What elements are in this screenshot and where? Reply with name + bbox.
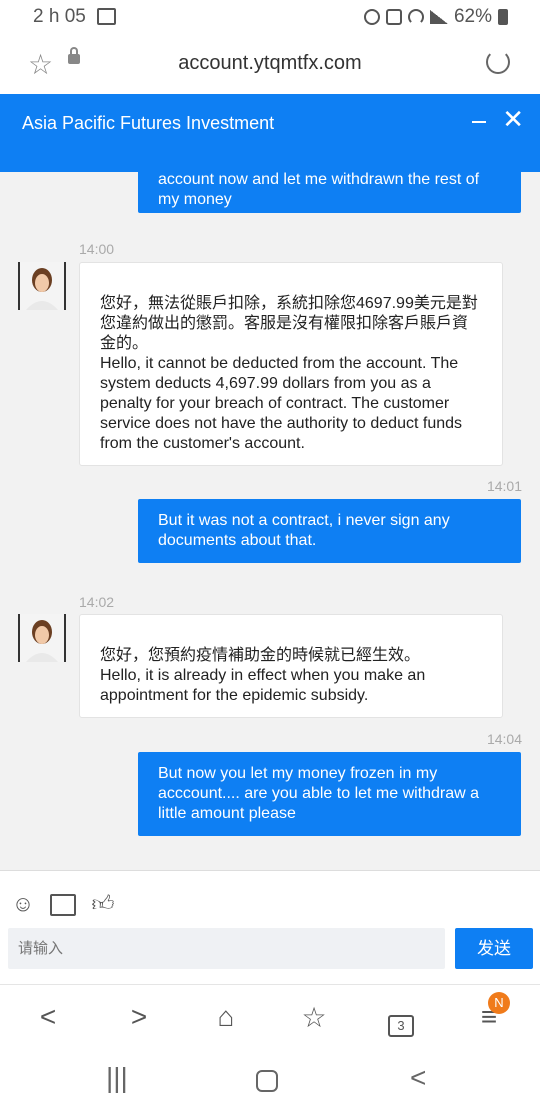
chat-title: Asia Pacific Futures Investment (22, 113, 275, 133)
incoming-message: 您好，您預約疫情補助金的時候就已經生效。 Hello, it is alread… (79, 614, 503, 718)
url-text[interactable]: account.ytqmtfx.com (0, 52, 540, 75)
bookmarks-icon[interactable]: ☆ (296, 1001, 332, 1034)
agent-avatar (18, 614, 66, 662)
message-text: But it was not a contract, i never sign … (158, 512, 450, 549)
wifi-icon (407, 9, 424, 25)
message-text: account now and let me withdrawn the res… (158, 172, 480, 208)
outgoing-message: account now and let me withdrawn the res… (138, 172, 521, 213)
status-time: 2 h 05 (33, 6, 86, 27)
battery-percent: 62% (453, 6, 492, 27)
agent-avatar (18, 262, 66, 310)
reload-icon[interactable] (486, 50, 510, 74)
tabs-count: 3 (388, 1015, 414, 1037)
message-input[interactable] (8, 928, 445, 969)
send-button[interactable]: 发送 (455, 928, 533, 969)
message-composer: ☺ 👍︎ 发送 (0, 870, 540, 985)
tabs-icon[interactable]: 3 (383, 1005, 419, 1037)
outgoing-message: But now you let my money frozen in my ac… (138, 752, 521, 836)
system-nav-bar: ||| < (0, 1048, 540, 1110)
back-icon[interactable]: < (30, 1001, 66, 1033)
status-icons: 62% (363, 6, 508, 28)
message-timestamp: 14:01 (486, 478, 522, 494)
close-icon[interactable]: ✕ (502, 106, 524, 132)
battery-icon (498, 9, 508, 25)
image-notification-icon (97, 8, 116, 25)
image-upload-icon[interactable] (50, 894, 76, 916)
outgoing-message: But it was not a contract, i never sign … (138, 499, 521, 563)
menu-badge: N (488, 992, 510, 1014)
recent-apps-icon[interactable]: ||| (106, 1062, 128, 1094)
browser-url-bar: ☆ account.ytqmtfx.com (0, 34, 540, 94)
signal-icon (429, 10, 448, 24)
thumbs-up-icon[interactable]: 👍︎ (90, 891, 116, 917)
home-icon[interactable]: ⌂ (208, 1001, 244, 1033)
minimize-icon[interactable] (472, 121, 486, 123)
message-text: 您好，無法從賬戶扣除，系統扣除您4697.99美元是對您違約做出的懲罰。客服是沒… (100, 295, 478, 452)
alarm-icon (363, 9, 380, 25)
mute-icon (385, 9, 402, 25)
browser-bottom-nav: < > ⌂ ☆ 3 ≡ (0, 984, 540, 1049)
composer-tools: ☺ 👍︎ (10, 891, 116, 917)
system-back-icon[interactable]: < (410, 1062, 426, 1094)
status-bar: 2 h 05 62% (0, 0, 540, 34)
home-button-icon[interactable] (256, 1070, 278, 1092)
message-timestamp: 14:00 (79, 241, 115, 257)
message-timestamp: 14:02 (79, 594, 115, 610)
chat-header: Asia Pacific Futures Investment ✕ (0, 94, 540, 172)
forward-icon[interactable]: > (121, 1001, 157, 1033)
message-timestamp: 14:04 (486, 731, 522, 747)
message-text: But now you let my money frozen in my ac… (158, 765, 480, 822)
incoming-message: 您好，無法從賬戶扣除，系統扣除您4697.99美元是對您違約做出的懲罰。客服是沒… (79, 262, 503, 466)
message-text: 您好，您預約疫情補助金的時候就已經生效。 Hello, it is alread… (100, 647, 426, 704)
emoji-icon[interactable]: ☺ (10, 891, 36, 917)
chat-messages[interactable]: account now and let me withdrawn the res… (0, 172, 540, 870)
